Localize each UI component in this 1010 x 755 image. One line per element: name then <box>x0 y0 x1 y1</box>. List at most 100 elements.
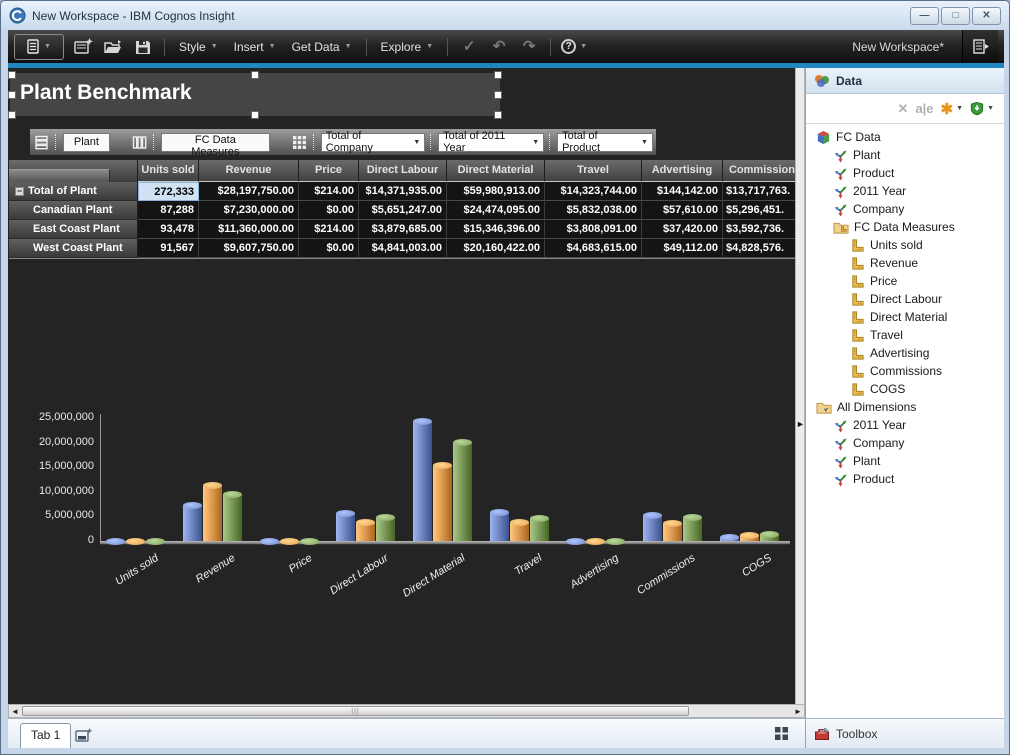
column-header[interactable]: Direct Material <box>447 160 545 182</box>
data-cell[interactable]: $4,828,576. <box>723 239 795 258</box>
import-icon[interactable]: ▼ <box>970 101 994 116</box>
data-panel-header[interactable]: Data <box>806 68 1004 94</box>
data-cell[interactable]: $15,346,396.00 <box>447 220 545 239</box>
tree-item-direct-material[interactable]: Direct Material <box>806 308 1004 326</box>
data-cell[interactable]: $5,296,451. <box>723 201 795 220</box>
crosstab-corner[interactable] <box>9 160 138 183</box>
tree-item-product[interactable]: Product <box>806 164 1004 182</box>
new-tab-button[interactable] <box>75 727 93 744</box>
menu-style[interactable]: Style ▼ <box>175 40 222 54</box>
delete-icon[interactable]: ✕ <box>898 101 909 117</box>
tree-item-cogs[interactable]: COGS <box>806 380 1004 398</box>
data-cell[interactable]: $214.00 <box>299 182 359 201</box>
window-titlebar[interactable]: New Workspace - IBM Cognos Insight — □ ✕ <box>1 1 1009 30</box>
tree-item-company[interactable]: Company <box>806 434 1004 452</box>
tree-item-plant[interactable]: Plant <box>806 146 1004 164</box>
tree-item-travel[interactable]: Travel <box>806 326 1004 344</box>
help-button[interactable]: ? ▼ <box>561 39 587 54</box>
data-cell[interactable]: $144,142.00 <box>642 182 723 201</box>
drag-grip[interactable] <box>153 134 156 150</box>
data-cell[interactable]: $59,980,913.00 <box>447 182 545 201</box>
application-menu-button[interactable]: ▼ <box>14 33 64 60</box>
tree-item-fc-data[interactable]: FC Data <box>806 128 1004 146</box>
data-cell[interactable]: $5,651,247.00 <box>359 201 447 220</box>
selection-handle[interactable] <box>494 111 502 119</box>
selection-handle[interactable] <box>251 71 259 79</box>
commit-button[interactable]: ✓ <box>458 36 480 58</box>
redo-button[interactable]: ↷ <box>518 36 540 58</box>
bar-west-coast-plant[interactable] <box>453 442 472 541</box>
data-cell[interactable]: $24,474,095.00 <box>447 201 545 220</box>
row-header[interactable]: Canadian Plant <box>9 201 138 220</box>
selection-handle[interactable] <box>251 111 259 119</box>
data-cell[interactable]: $11,360,000.00 <box>199 220 299 239</box>
scrollbar-thumb[interactable]: ||| <box>22 706 689 716</box>
data-cell[interactable]: $9,607,750.00 <box>199 239 299 258</box>
bar-canadian-plant[interactable] <box>413 421 432 541</box>
tree-item-units-sold[interactable]: Units sold <box>806 236 1004 254</box>
columns-dimension-button[interactable]: FC Data Measures <box>160 132 270 158</box>
minimize-button[interactable]: — <box>910 6 939 25</box>
drag-grip[interactable] <box>549 134 552 150</box>
row-header[interactable]: − Total of Plant <box>9 182 138 201</box>
data-cell[interactable]: 272,333 <box>138 182 199 201</box>
vertical-scrollbar[interactable]: ► <box>795 68 805 704</box>
context-filter-year[interactable]: Total of 2011 Year ▼ <box>438 130 545 154</box>
new-workspace-button[interactable] <box>72 36 94 58</box>
column-header[interactable]: Units sold <box>138 160 199 182</box>
expand-pane-arrow-icon[interactable]: ► <box>796 420 805 429</box>
data-cell[interactable]: $0.00 <box>299 201 359 220</box>
data-cell[interactable]: 93,478 <box>138 220 199 239</box>
bar-east-coast-plant[interactable] <box>433 465 452 541</box>
scroll-left-arrow-icon[interactable]: ◄ <box>9 706 21 717</box>
bar-east-coast-plant[interactable] <box>203 485 222 541</box>
drag-grip[interactable] <box>430 134 433 150</box>
tree-item-revenue[interactable]: Revenue <box>806 254 1004 272</box>
workspace-canvas[interactable]: Plant Benchmark Plant FC Data Measures T… <box>8 68 795 704</box>
workspace-grid-button[interactable] <box>774 726 789 741</box>
row-header[interactable]: West Coast Plant <box>9 239 138 258</box>
data-cell[interactable]: $20,160,422.00 <box>447 239 545 258</box>
menu-insert[interactable]: Insert ▼ <box>230 40 280 54</box>
row-header[interactable]: East Coast Plant <box>9 220 138 239</box>
collapse-icon[interactable]: − <box>15 186 24 196</box>
open-button[interactable] <box>102 36 124 58</box>
data-cell[interactable]: $14,371,935.00 <box>359 182 447 201</box>
rows-dimension-button[interactable]: Plant <box>62 132 110 152</box>
tab-1[interactable]: Tab 1 <box>20 723 72 748</box>
toolbox-panel-header[interactable]: Toolbox <box>806 718 1004 748</box>
column-header[interactable]: Commission <box>723 160 795 182</box>
rename-icon[interactable]: a|e <box>915 101 933 116</box>
tree-item-plant[interactable]: Plant <box>806 452 1004 470</box>
data-cell[interactable]: $3,592,736. <box>723 220 795 239</box>
data-cell[interactable]: $13,717,763. <box>723 182 795 201</box>
selection-handle[interactable] <box>8 91 16 99</box>
bar-west-coast-plant[interactable] <box>223 494 242 541</box>
tree-item-direct-labour[interactable]: Direct Labour <box>806 290 1004 308</box>
scroll-right-arrow-icon[interactable]: ► <box>792 706 804 717</box>
data-cell[interactable]: $14,323,744.00 <box>545 182 642 201</box>
tree-item-commissions[interactable]: Commissions <box>806 362 1004 380</box>
column-header[interactable]: Travel <box>545 160 642 182</box>
horizontal-scrollbar[interactable]: ◄ ||| ► <box>8 704 805 718</box>
context-filter-company[interactable]: Total of Company ▼ <box>320 130 426 154</box>
drag-grip[interactable] <box>312 134 316 150</box>
data-cell[interactable]: $28,197,750.00 <box>199 182 299 201</box>
data-cell[interactable]: 91,567 <box>138 239 199 258</box>
tree-item-2011-year[interactable]: 2011 Year <box>806 182 1004 200</box>
column-header[interactable]: Direct Labour <box>359 160 447 182</box>
data-cell[interactable]: $3,879,685.00 <box>359 220 447 239</box>
context-filter-product[interactable]: Total of Product ▼ <box>557 130 653 154</box>
column-header[interactable]: Revenue <box>199 160 299 182</box>
bar-canadian-plant[interactable] <box>336 513 355 541</box>
tree-item-price[interactable]: Price <box>806 272 1004 290</box>
selection-handle[interactable] <box>8 111 16 119</box>
chart[interactable]: 0 5,000,000 10,000,000 15,000,000 20,000,000… <box>8 406 795 636</box>
drag-grip[interactable] <box>55 134 58 150</box>
data-cell[interactable]: 87,288 <box>138 201 199 220</box>
tree-item-fc-data-measures[interactable]: FC Data Measures <box>806 218 1004 236</box>
data-cell[interactable]: $4,841,003.00 <box>359 239 447 258</box>
data-cell[interactable]: $3,808,091.00 <box>545 220 642 239</box>
bar-canadian-plant[interactable] <box>183 505 202 541</box>
undo-button[interactable]: ↶ <box>488 36 510 58</box>
